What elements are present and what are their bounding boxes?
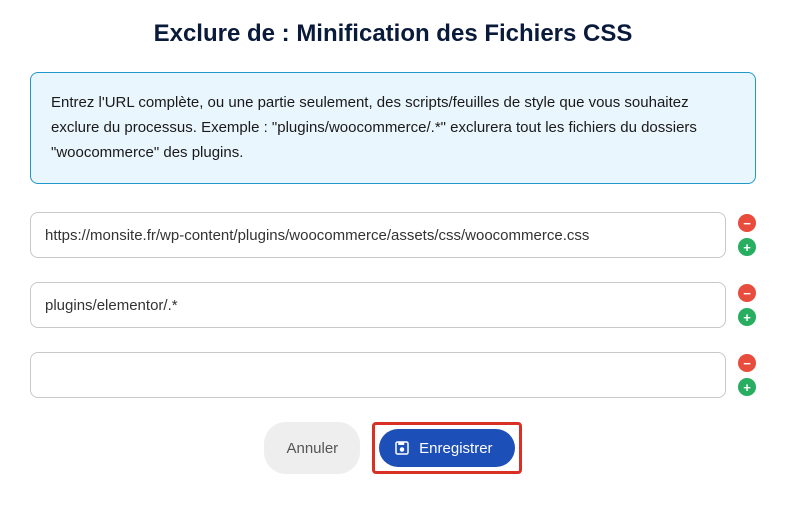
info-box: Entrez l'URL complète, ou une partie seu… (30, 72, 756, 184)
remove-icon[interactable]: − (738, 214, 756, 232)
exclusion-input[interactable] (30, 282, 726, 328)
exclusion-input[interactable] (30, 352, 726, 398)
add-icon[interactable]: + (738, 238, 756, 256)
save-button[interactable]: Enregistrer (379, 429, 514, 467)
exclusion-row: − + (30, 282, 756, 328)
dialog-title: Exclure de : Minification des Fichiers C… (10, 20, 776, 48)
row-actions: − + (738, 214, 756, 256)
save-icon (393, 439, 411, 457)
add-icon[interactable]: + (738, 378, 756, 396)
exclusion-row: − + (30, 212, 756, 258)
row-actions: − + (738, 284, 756, 326)
exclusion-input[interactable] (30, 212, 726, 258)
remove-icon[interactable]: − (738, 284, 756, 302)
row-actions: − + (738, 354, 756, 396)
save-button-label: Enregistrer (419, 440, 492, 457)
save-highlight: Enregistrer (372, 422, 521, 474)
exclusion-row: − + (30, 352, 756, 398)
dialog-footer: Annuler Enregistrer (10, 422, 776, 474)
remove-icon[interactable]: − (738, 354, 756, 372)
exclusion-rows: − + − + − + (30, 212, 756, 398)
add-icon[interactable]: + (738, 308, 756, 326)
cancel-button[interactable]: Annuler (264, 422, 360, 474)
dialog: Exclure de : Minification des Fichiers C… (10, 20, 776, 474)
